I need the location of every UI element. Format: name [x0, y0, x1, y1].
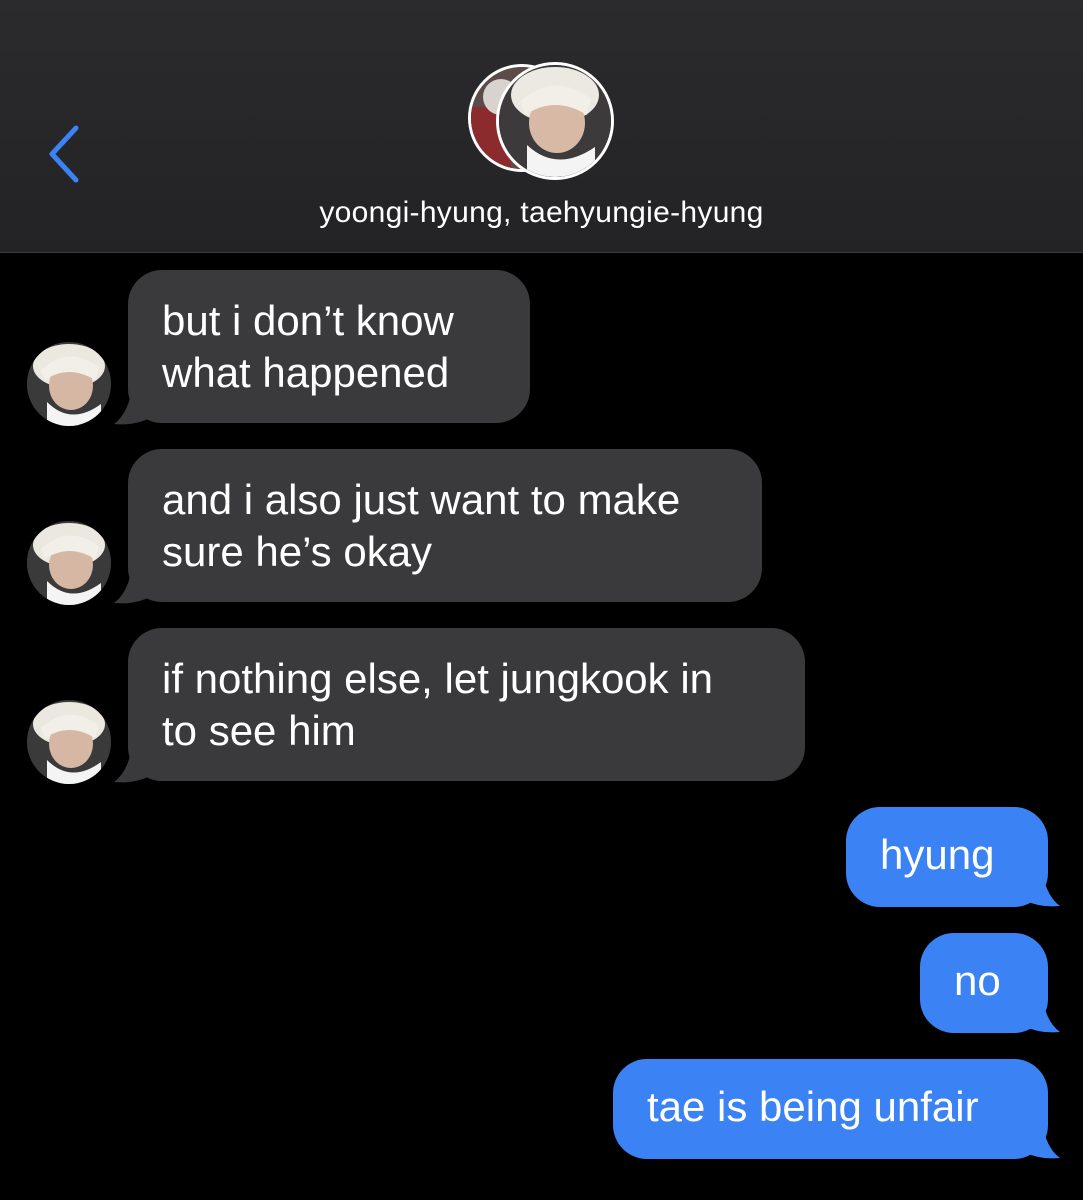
message-text: if nothing else, let jungkook in to see h…	[162, 655, 714, 754]
message-text: and i also just want to make sure he’s ok…	[162, 476, 681, 575]
bubble-tail	[1024, 870, 1060, 907]
message-bubble-outgoing[interactable]: hyung	[846, 807, 1048, 907]
conversation-header: yoongi-hyung, taehyungie-hyung	[0, 0, 1083, 253]
bubble-tail	[1024, 996, 1060, 1033]
message-text: no	[954, 957, 1001, 1004]
avatar[interactable]	[27, 521, 111, 605]
bubble-tail	[1024, 1122, 1060, 1159]
message-text: hyung	[880, 831, 995, 878]
conversation-title: yoongi-hyung, taehyungie-hyung	[319, 196, 764, 229]
bubble-tail	[114, 567, 150, 604]
avatar-yoongi	[27, 342, 111, 426]
bubble-tail	[114, 388, 150, 425]
back-button[interactable]	[40, 120, 90, 190]
group-avatars[interactable]	[468, 62, 618, 182]
bubble-tail	[114, 746, 150, 783]
message-text: tae is being unfair	[647, 1083, 979, 1130]
avatar-yoongi	[496, 62, 614, 180]
message-text: but i don’t know what happened	[162, 297, 454, 396]
chevron-left-icon	[49, 125, 79, 183]
message-bubble-outgoing[interactable]: tae is being unfair	[613, 1059, 1048, 1159]
avatar[interactable]	[27, 700, 111, 784]
avatar-yoongi	[27, 700, 111, 784]
message-bubble-incoming[interactable]: if nothing else, let jungkook in to see h…	[128, 628, 805, 781]
avatar[interactable]	[27, 342, 111, 426]
message-bubble-incoming[interactable]: but i don’t know what happened	[128, 270, 530, 423]
avatar-yoongi	[27, 521, 111, 605]
message-bubble-incoming[interactable]: and i also just want to make sure he’s ok…	[128, 449, 762, 602]
